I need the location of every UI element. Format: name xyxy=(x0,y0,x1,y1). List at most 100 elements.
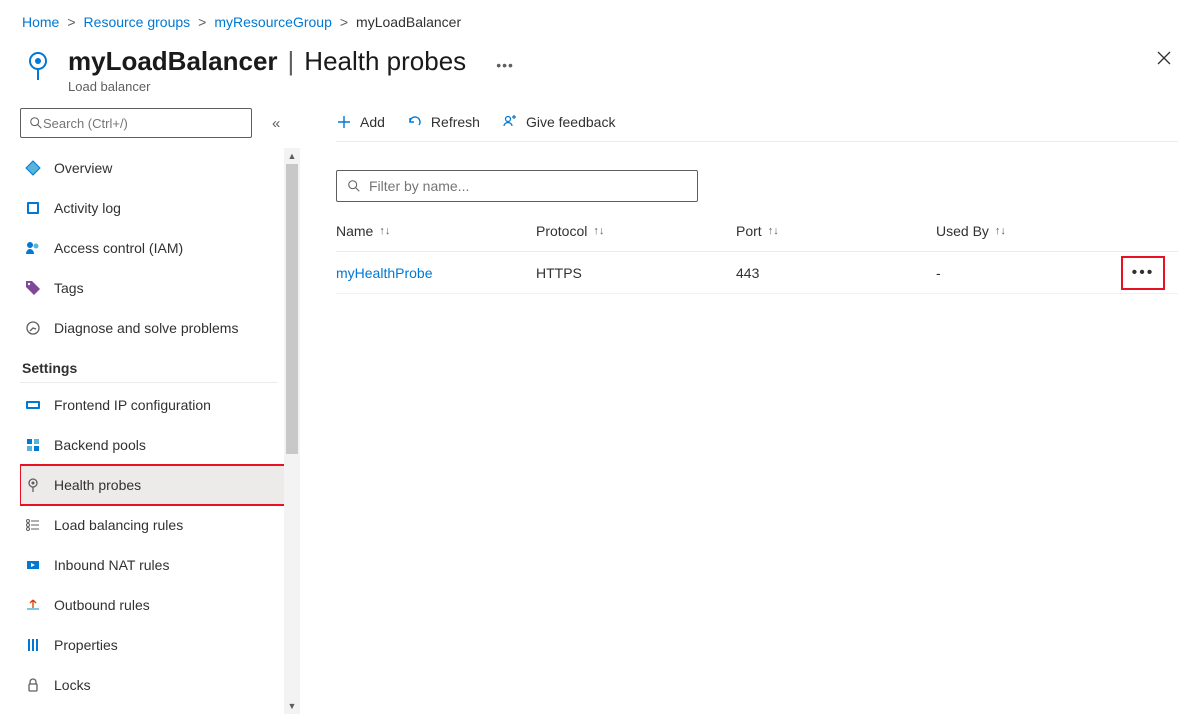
scrollbar-down-icon[interactable]: ▼ xyxy=(284,698,300,714)
activity-log-icon xyxy=(24,199,42,217)
sidebar-search[interactable] xyxy=(20,108,252,138)
access-control-icon xyxy=(24,239,42,257)
sidebar-item-label: Outbound rules xyxy=(54,597,150,613)
main-content: Add Refresh Give feedback xyxy=(300,100,1200,714)
sidebar-section-settings: Settings xyxy=(20,348,278,383)
sidebar-item-tags[interactable]: Tags xyxy=(20,268,300,308)
more-icon: ••• xyxy=(1132,264,1155,282)
column-header-name[interactable]: Name ↑↓ xyxy=(336,223,536,239)
breadcrumb-myresourcegroup[interactable]: myResourceGroup xyxy=(214,14,332,30)
sidebar-item-locks[interactable]: Locks xyxy=(20,665,300,705)
sidebar-item-label: Frontend IP configuration xyxy=(54,397,211,413)
sidebar-scrollbar[interactable]: ▲ ▼ xyxy=(284,148,300,714)
table-header: Name ↑↓ Protocol ↑↓ Port ↑↓ Used By ↑↓ xyxy=(336,210,1178,252)
load-balancer-icon xyxy=(22,50,54,82)
scrollbar-thumb[interactable] xyxy=(286,164,298,454)
table-row[interactable]: myHealthProbe HTTPS 443 - ••• xyxy=(336,252,1178,294)
search-icon xyxy=(29,116,43,130)
sidebar-item-label: Backend pools xyxy=(54,437,146,453)
feedback-icon xyxy=(502,114,518,130)
add-button-label: Add xyxy=(360,114,385,130)
sidebar-item-label: Activity log xyxy=(54,200,121,216)
tags-icon xyxy=(24,279,42,297)
breadcrumb-home[interactable]: Home xyxy=(22,14,59,30)
toolbar: Add Refresh Give feedback xyxy=(336,108,1178,142)
sidebar: « Overview Activity log xyxy=(0,100,300,714)
sidebar-item-label: Locks xyxy=(54,677,91,693)
frontend-ip-icon xyxy=(24,396,42,414)
feedback-button-label: Give feedback xyxy=(526,114,616,130)
inbound-nat-icon xyxy=(24,556,42,574)
overview-icon xyxy=(24,159,42,177)
sidebar-item-backend-pools[interactable]: Backend pools xyxy=(20,425,300,465)
page-title-section: Health probes xyxy=(304,46,466,77)
row-more-button[interactable]: ••• xyxy=(1122,257,1164,289)
column-header-protocol[interactable]: Protocol ↑↓ xyxy=(536,223,736,239)
title-more-icon[interactable]: ••• xyxy=(496,57,514,73)
sidebar-item-label: Properties xyxy=(54,637,118,653)
feedback-button[interactable]: Give feedback xyxy=(502,114,616,130)
page-title: myLoadBalancer xyxy=(68,46,278,77)
collapse-sidebar-button[interactable]: « xyxy=(272,115,280,132)
page-subtitle: Load balancer xyxy=(68,79,514,94)
sidebar-item-label: Overview xyxy=(54,160,112,176)
chevron-right-icon: > xyxy=(67,14,75,30)
page-header: myLoadBalancer | Health probes ••• Load … xyxy=(0,44,1200,100)
probe-name-link[interactable]: myHealthProbe xyxy=(336,265,536,281)
column-header-port[interactable]: Port ↑↓ xyxy=(736,223,936,239)
breadcrumb-current: myLoadBalancer xyxy=(356,14,461,30)
refresh-icon xyxy=(407,114,423,130)
breadcrumb-resource-groups[interactable]: Resource groups xyxy=(84,14,191,30)
diagnose-icon xyxy=(24,319,42,337)
sidebar-item-activity-log[interactable]: Activity log xyxy=(20,188,300,228)
sidebar-item-frontend-ip[interactable]: Frontend IP configuration xyxy=(20,385,300,425)
sidebar-item-label: Health probes xyxy=(54,477,141,493)
column-label: Name xyxy=(336,223,373,239)
sidebar-item-label: Tags xyxy=(54,280,84,296)
scrollbar-up-icon[interactable]: ▲ xyxy=(284,148,300,164)
sidebar-item-label: Load balancing rules xyxy=(54,517,183,533)
outbound-rules-icon xyxy=(24,596,42,614)
sidebar-item-health-probes[interactable]: Health probes xyxy=(20,465,300,505)
refresh-button-label: Refresh xyxy=(431,114,480,130)
sort-icon: ↑↓ xyxy=(379,225,390,237)
add-button[interactable]: Add xyxy=(336,114,385,130)
sidebar-item-properties[interactable]: Properties xyxy=(20,625,300,665)
search-icon xyxy=(347,179,361,193)
breadcrumb: Home > Resource groups > myResourceGroup… xyxy=(0,0,1200,44)
sort-icon: ↑↓ xyxy=(593,225,604,237)
probe-port: 443 xyxy=(736,265,936,281)
sort-icon: ↑↓ xyxy=(995,225,1006,237)
sidebar-item-access-control[interactable]: Access control (IAM) xyxy=(20,228,300,268)
sidebar-item-overview[interactable]: Overview xyxy=(20,148,300,188)
title-separator: | xyxy=(282,46,301,77)
sidebar-item-outbound-rules[interactable]: Outbound rules xyxy=(20,585,300,625)
backend-pools-icon xyxy=(24,436,42,454)
column-header-usedby[interactable]: Used By ↑↓ xyxy=(936,223,1122,239)
locks-icon xyxy=(24,676,42,694)
probe-used-by: - xyxy=(936,265,1122,281)
sidebar-item-lb-rules[interactable]: Load balancing rules xyxy=(20,505,300,545)
sidebar-item-diagnose[interactable]: Diagnose and solve problems xyxy=(20,308,300,348)
filter-input-wrapper[interactable] xyxy=(336,170,698,202)
column-label: Used By xyxy=(936,223,989,239)
column-label: Port xyxy=(736,223,762,239)
sidebar-search-input[interactable] xyxy=(43,116,243,131)
properties-icon xyxy=(24,636,42,654)
close-button[interactable] xyxy=(1156,50,1172,66)
health-probes-table: Name ↑↓ Protocol ↑↓ Port ↑↓ Used By ↑↓ xyxy=(336,210,1178,294)
sidebar-nav: Overview Activity log Access control (IA… xyxy=(20,148,300,705)
sidebar-item-label: Inbound NAT rules xyxy=(54,557,169,573)
health-probes-icon xyxy=(24,476,42,494)
refresh-button[interactable]: Refresh xyxy=(407,114,480,130)
lb-rules-icon xyxy=(24,516,42,534)
sidebar-item-label: Access control (IAM) xyxy=(54,240,183,256)
chevron-right-icon: > xyxy=(340,14,348,30)
column-label: Protocol xyxy=(536,223,587,239)
probe-protocol: HTTPS xyxy=(536,265,736,281)
filter-input[interactable] xyxy=(369,178,687,194)
sidebar-item-inbound-nat[interactable]: Inbound NAT rules xyxy=(20,545,300,585)
sort-icon: ↑↓ xyxy=(768,225,779,237)
sidebar-item-label: Diagnose and solve problems xyxy=(54,320,238,336)
chevron-right-icon: > xyxy=(198,14,206,30)
